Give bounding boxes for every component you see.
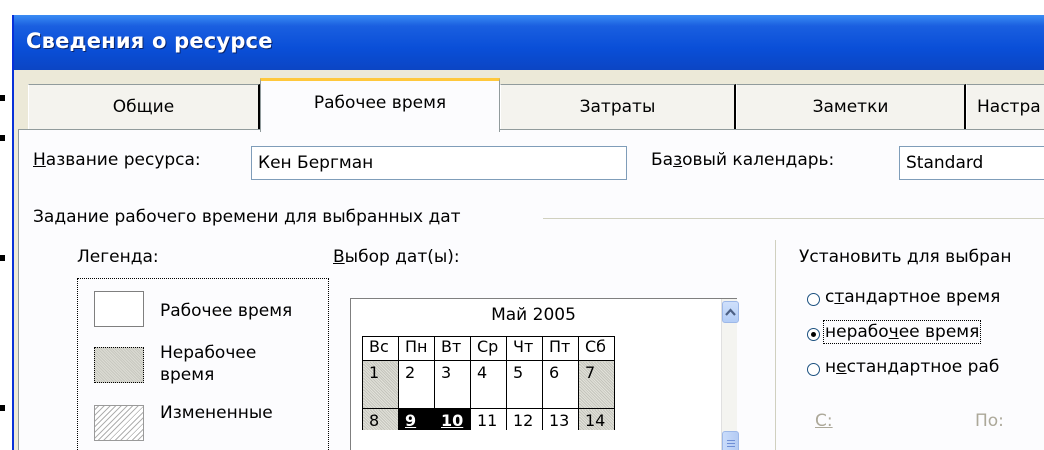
weekday-header: Пн	[398, 336, 435, 361]
legend-box: Рабочее время Нерабочее время Измененные	[77, 278, 329, 450]
group-title: Задание рабочего времени для выбранных д…	[33, 207, 461, 227]
resource-info-dialog: Сведения о ресурсе Общие Рабочее время З…	[12, 15, 1044, 450]
legend-working: Рабочее время	[160, 301, 293, 321]
radio-default-time[interactable]	[807, 293, 820, 306]
working-time-panel: Название ресурса: Кен Бергман Базовый ка…	[18, 129, 1044, 450]
weekday-header: Сб	[578, 336, 615, 361]
calendar-day[interactable]: 13	[542, 408, 579, 430]
calendar-day[interactable]: 5	[506, 360, 543, 409]
calendar-month: Май 2005	[491, 305, 576, 325]
tab-label: Заметки	[812, 97, 889, 117]
from-label: С:	[815, 411, 833, 431]
tab-strip: Общие Рабочее время Затраты Заметки Наст…	[14, 70, 1044, 132]
title-bar[interactable]: Сведения о ресурсе	[14, 15, 1044, 70]
tab-label: Рабочее время	[313, 93, 447, 113]
legend-title: Легенда:	[77, 247, 159, 267]
radio-nondefault-time[interactable]	[807, 363, 820, 376]
option-nonworking-time[interactable]: нерабочее время	[822, 320, 982, 344]
tab-general[interactable]: Общие	[28, 84, 260, 130]
tab-label: Затраты	[579, 97, 656, 117]
weekday-header: Вс	[362, 336, 399, 361]
edge-mark	[0, 405, 5, 411]
calendar-scrollbar[interactable]	[721, 299, 739, 450]
resource-name-field[interactable]: Кен Бергман	[251, 146, 627, 180]
weekday-header: Вт	[434, 336, 471, 361]
set-for-selected-title: Установить для выбран	[799, 247, 1012, 267]
calendar-day[interactable]: 3	[434, 360, 471, 409]
calendar-day[interactable]: 12	[506, 408, 543, 430]
legend-nonworking-1: Нерабочее	[160, 343, 257, 363]
weekday-header: Пт	[542, 336, 579, 361]
scroll-up-button[interactable]	[722, 301, 739, 323]
calendar-grid: Вс Пн Вт Ср Чт Пт Сб 1 2 3 4 5 6 7 8 9 1…	[362, 336, 615, 430]
option-default-time[interactable]: стандартное время	[825, 287, 1000, 307]
edge-mark	[0, 95, 5, 101]
calendar-day[interactable]: 1	[362, 360, 399, 409]
calendar-day[interactable]: 8	[362, 408, 399, 430]
calendar-day-selected[interactable]: 9	[398, 408, 435, 430]
grip-line	[727, 446, 735, 447]
calendar-day[interactable]: 11	[470, 408, 507, 430]
grip-line	[727, 443, 735, 444]
edge-mark	[0, 255, 5, 261]
section-divider	[775, 240, 776, 450]
resource-name-label: Название ресурса:	[33, 150, 201, 170]
calendar-day[interactable]: 7	[578, 360, 615, 409]
calendar-day[interactable]: 4	[470, 360, 507, 409]
nonworking-time-swatch	[94, 347, 144, 383]
calendar-day-selected[interactable]: 10	[434, 408, 471, 430]
edge-mark	[0, 135, 5, 141]
changed-working-time-swatch	[94, 405, 144, 441]
date-picker-calendar[interactable]: Май 2005 Вс Пн Вт Ср Чт Пт Сб 1 2 3 4 5	[350, 298, 739, 450]
weekday-header: Чт	[506, 336, 543, 361]
tab-custom-fields[interactable]: Настра	[966, 84, 1044, 130]
tab-label: Общие	[112, 97, 175, 117]
window-title: Сведения о ресурсе	[26, 29, 273, 53]
desktop-edge	[0, 0, 12, 450]
chevron-up-icon	[725, 308, 736, 316]
grip-line	[727, 440, 735, 441]
weekday-header: Ср	[470, 336, 507, 361]
calendar-day[interactable]: 2	[398, 360, 435, 409]
option-nondefault-time[interactable]: нестандартное раб	[825, 357, 999, 377]
tab-label: Настра	[977, 97, 1041, 117]
radio-nonworking-time[interactable]	[807, 328, 820, 341]
base-calendar-label: Базовый календарь:	[651, 150, 835, 170]
calendar-day[interactable]: 6	[542, 360, 579, 409]
calendar-day[interactable]: 14	[578, 408, 615, 430]
group-border	[543, 218, 1044, 219]
select-dates-label: Выбор дат(ы):	[333, 247, 460, 267]
working-time-swatch	[94, 291, 144, 327]
tab-notes[interactable]: Заметки	[736, 84, 966, 130]
legend-nonworking-2: время	[160, 365, 215, 385]
tab-working-time[interactable]: Рабочее время	[260, 78, 500, 132]
base-calendar-select[interactable]: Standard	[899, 146, 1044, 180]
to-label: По:	[975, 411, 1004, 431]
legend-changed-1: Измененные	[160, 403, 273, 423]
scroll-thumb[interactable]	[722, 431, 739, 450]
tab-costs[interactable]: Затраты	[500, 84, 736, 130]
